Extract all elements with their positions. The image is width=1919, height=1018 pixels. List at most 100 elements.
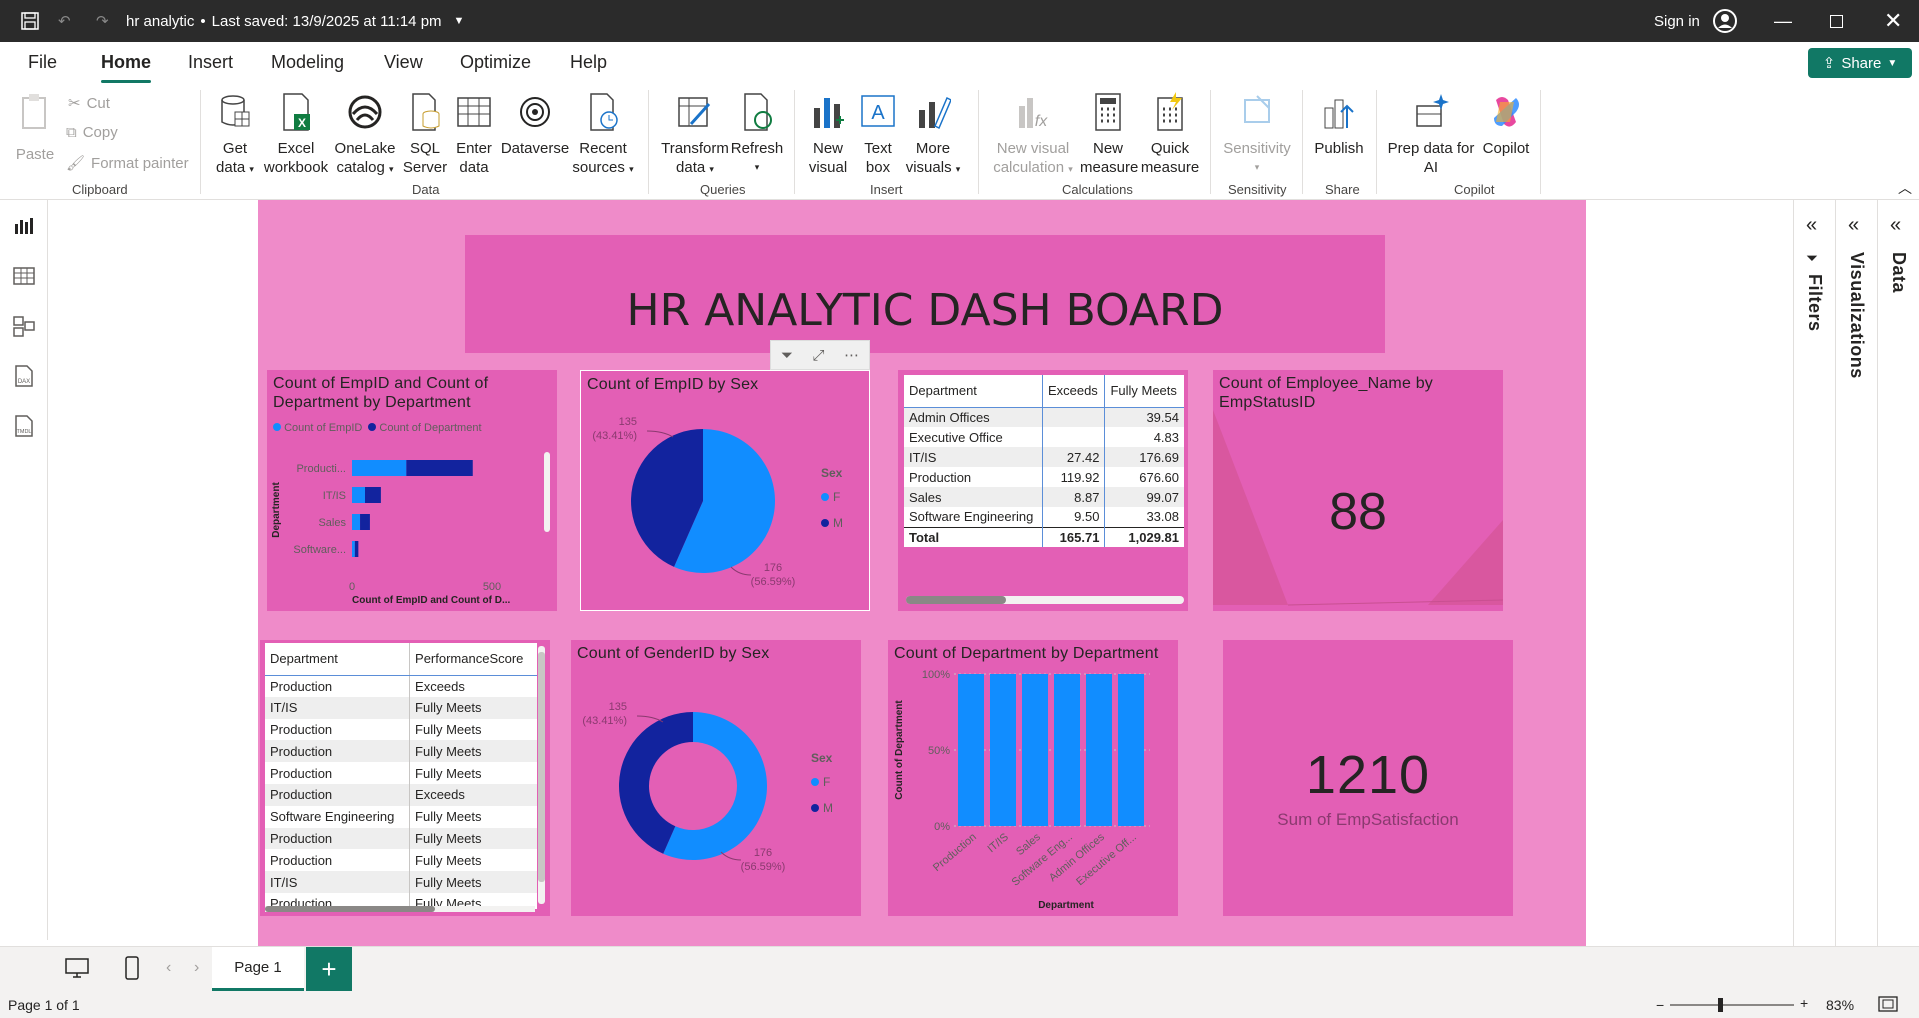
close-icon[interactable]: ✕	[1884, 0, 1902, 42]
bar-chart-visual[interactable]: Count of EmpID and Count of Department by…	[267, 370, 557, 611]
table-row[interactable]: IT/IS 27.42 176.69	[904, 447, 1184, 467]
table-row[interactable]: Software Engineering Fully Meets	[265, 805, 537, 828]
table-row[interactable]: Production Fully Meets	[265, 740, 537, 763]
zoom-out-icon[interactable]: −	[1656, 997, 1664, 1013]
quick-measure-button[interactable]: Quick measure	[1140, 92, 1200, 177]
performance-table-visual[interactable]: Department PerformanceScore Production Exce…	[260, 640, 550, 916]
table-row[interactable]: Production Exceeds	[265, 675, 537, 697]
more-visuals-button[interactable]: More visuals ▾	[904, 92, 962, 179]
dashboard-title-box[interactable]: HR ANALYTIC DASH BOARD	[465, 235, 1385, 353]
column-header[interactable]: Exceeds	[1041, 375, 1105, 408]
sensitivity-button[interactable]: Sensitivity ▾	[1220, 92, 1294, 177]
save-icon[interactable]	[20, 0, 40, 42]
horizontal-scrollbar[interactable]	[265, 906, 535, 912]
menu-home[interactable]: Home	[101, 52, 152, 83]
card-employee-count[interactable]: Count of Employee_Name by EmpStatusID 88	[1213, 370, 1503, 611]
refresh-button[interactable]: Refresh ▾	[730, 92, 784, 177]
publish-button[interactable]: Publish	[1312, 92, 1366, 158]
tick-label: Production	[931, 831, 979, 874]
prep-data-for-ai-button[interactable]: Prep data for AI	[1386, 92, 1476, 177]
table-row[interactable]: Production Exceeds	[265, 783, 537, 806]
table-row[interactable]: Executive Office 4.83	[904, 427, 1184, 447]
undo-icon[interactable]: ↶	[58, 0, 71, 42]
matrix-visual[interactable]: Department Exceeds Fully Meets Admin Office…	[898, 370, 1188, 611]
dax-query-icon[interactable]: DAX	[12, 364, 38, 390]
table-view-icon[interactable]	[12, 264, 38, 290]
cut-button[interactable]: ✂ Cut	[68, 94, 110, 113]
copy-button[interactable]: ⧉ Copy	[66, 124, 118, 141]
menu-help[interactable]: Help	[570, 52, 607, 73]
collapse-ribbon-icon[interactable]: ︿	[1898, 178, 1912, 198]
maximize-icon[interactable]	[1830, 0, 1843, 42]
menu-insert[interactable]: Insert	[188, 52, 233, 73]
zoom-in-icon[interactable]: +	[1800, 995, 1808, 1011]
pie-chart-visual[interactable]: Count of EmpID by Sex Sex F M 135 (43.41%) 17…	[580, 370, 870, 611]
desktop-layout-icon[interactable]	[64, 957, 90, 984]
data-pane[interactable]: « Data	[1877, 200, 1919, 946]
table-row[interactable]: IT/IS Fully Meets	[265, 871, 537, 893]
copilot-button[interactable]: Copilot	[1476, 92, 1536, 158]
format-painter-button[interactable]: 🖌 Format painter	[66, 154, 189, 173]
add-page-button[interactable]: +	[306, 947, 352, 991]
minimize-icon[interactable]: —	[1774, 0, 1792, 42]
column-header[interactable]: Department	[265, 643, 410, 676]
menu-view[interactable]: View	[384, 52, 423, 73]
expand-icon[interactable]: «	[1806, 214, 1817, 237]
model-view-icon[interactable]	[12, 314, 38, 340]
table-row[interactable]: Production 119.92 676.60	[904, 467, 1184, 487]
next-page-icon[interactable]: ›	[194, 959, 199, 977]
sign-in-link[interactable]: Sign in	[1654, 0, 1700, 42]
expand-icon[interactable]: «	[1890, 214, 1901, 237]
table-row[interactable]: IT/IS Fully Meets	[265, 696, 537, 719]
filters-pane[interactable]: « ⏷ Filters	[1793, 200, 1835, 946]
tab-page-1[interactable]: Page 1	[212, 947, 304, 991]
table-row[interactable]: Production Fully Meets	[265, 718, 537, 741]
table-row[interactable]: Sales 8.87 99.07	[904, 487, 1184, 507]
menu-modeling[interactable]: Modeling	[271, 52, 344, 73]
report-view-icon[interactable]	[12, 214, 38, 240]
new-measure-button[interactable]: New measure	[1080, 92, 1138, 177]
enter-data-button[interactable]: Enter data	[452, 92, 496, 177]
filter-icon[interactable]: ⏷	[781, 347, 793, 364]
expand-icon[interactable]: «	[1848, 214, 1859, 237]
get-data-button[interactable]: Get data ▾	[212, 92, 258, 179]
menu-file[interactable]: File	[28, 52, 57, 73]
onelake-catalog-button[interactable]: OneLake catalog ▾	[334, 92, 396, 179]
vertical-scrollbar[interactable]	[538, 646, 545, 904]
table-row[interactable]: Admin Offices 39.54	[904, 407, 1184, 427]
table-row[interactable]: Production Fully Meets	[265, 827, 537, 850]
new-visual-calculation-button[interactable]: fx New visual calculation ▾	[990, 92, 1076, 179]
dataverse-button[interactable]: Dataverse	[500, 92, 570, 158]
recent-sources-button[interactable]: Recent sources ▾	[570, 92, 636, 179]
tmdl-view-icon[interactable]: TMDL	[12, 414, 38, 440]
donut-chart-visual[interactable]: Count of GenderID by Sex Sex F M 135 (43.41%…	[571, 640, 861, 916]
horizontal-scrollbar[interactable]	[906, 596, 1184, 604]
paste-button[interactable]: Paste	[14, 92, 56, 164]
scrollbar[interactable]	[544, 452, 550, 532]
column-chart-visual[interactable]: Count of Department by Department Count …	[888, 640, 1178, 916]
new-visual-button[interactable]: New visual	[806, 92, 850, 177]
sql-server-button[interactable]: SQL Server	[400, 92, 450, 177]
account-icon[interactable]	[1712, 0, 1738, 42]
more-options-icon[interactable]: ⋯	[844, 346, 859, 364]
mobile-layout-icon[interactable]	[124, 955, 140, 986]
redo-icon[interactable]: ↷	[96, 0, 109, 42]
column-header[interactable]: Fully Meets	[1104, 375, 1184, 408]
column-header[interactable]: PerformanceScore	[409, 643, 537, 676]
text-box-button[interactable]: A Text box	[856, 92, 900, 177]
menu-optimize[interactable]: Optimize	[460, 52, 531, 73]
table-row[interactable]: Software Engineering 9.50 33.08	[904, 507, 1184, 527]
prev-page-icon[interactable]: ‹	[166, 959, 171, 977]
focus-mode-icon[interactable]: ⤢	[813, 347, 825, 364]
excel-workbook-button[interactable]: X Excel workbook	[262, 92, 330, 177]
table-row[interactable]: Production Fully Meets	[265, 762, 537, 784]
table-row[interactable]: Production Fully Meets	[265, 849, 537, 872]
zoom-slider[interactable]	[1670, 998, 1794, 1012]
share-button[interactable]: ⇪ Share ▼	[1808, 48, 1912, 78]
transform-data-button[interactable]: Transform data ▾	[660, 92, 730, 179]
fit-to-page-icon[interactable]	[1878, 996, 1898, 1015]
file-title[interactable]: hr analytic • Last saved: 13/9/2025 at 1…	[126, 0, 464, 42]
visualizations-pane[interactable]: « Visualizations	[1835, 200, 1877, 946]
card-satisfaction[interactable]: 1210 Sum of EmpSatisfaction	[1223, 640, 1513, 916]
column-header[interactable]: Department	[904, 375, 1043, 408]
